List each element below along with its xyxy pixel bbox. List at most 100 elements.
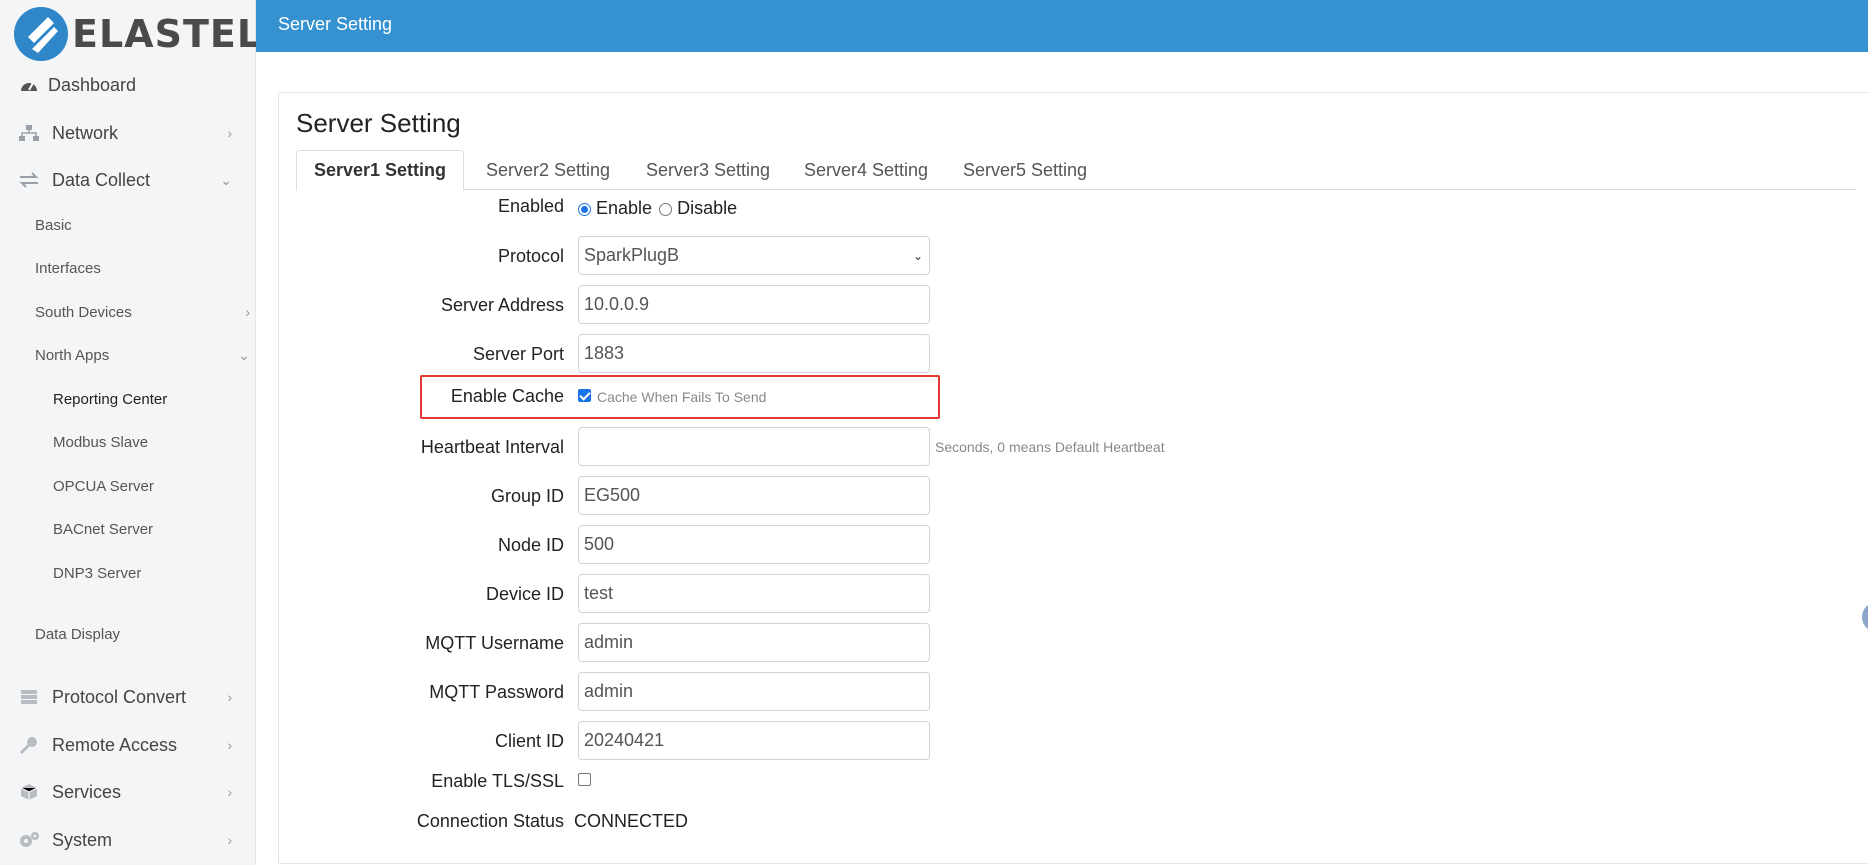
client-id-label: Client ID — [494, 731, 564, 751]
server-port-input[interactable]: 1883 — [578, 334, 930, 373]
form-row-device-id: Device ID test — [296, 574, 1596, 614]
sidebar-item-label: DNP3 Server — [53, 564, 142, 582]
sidebar-item-north-apps[interactable]: North Apps ⌄ — [0, 340, 256, 370]
form-row-server-port: Server Port 1883 — [296, 334, 1596, 374]
sidebar-item-label: Interfaces — [35, 259, 101, 277]
group-id-label: Group ID — [490, 486, 564, 506]
form-row-mqtt-password: MQTT Password admin — [296, 672, 1596, 712]
gears-icon — [18, 830, 40, 850]
sidebar-item-label: Data Collect — [52, 169, 151, 190]
network-icon — [18, 123, 40, 143]
disable-radio[interactable] — [659, 202, 673, 216]
disable-radio-label: Disable — [677, 198, 738, 218]
chevron-right-icon: › — [227, 737, 232, 753]
chevron-down-icon: ⌄ — [238, 346, 250, 363]
top-bar-title: Server Setting — [278, 14, 393, 34]
tab-server5-setting[interactable]: Server5 Setting — [943, 150, 1107, 190]
database-icon — [18, 687, 40, 707]
group-id-input[interactable]: EG500 — [578, 476, 930, 515]
tab-server1-setting[interactable]: Server1 Setting — [296, 150, 464, 191]
enabled-radio-group: Enable Disable — [578, 198, 737, 219]
heartbeat-input[interactable] — [578, 427, 930, 466]
sidebar-item-label: Remote Access — [52, 734, 178, 755]
server-port-label: Server Port — [472, 344, 564, 364]
mqtt-username-label: MQTT Username — [425, 633, 564, 653]
tls-label: Enable TLS/SSL — [431, 771, 564, 791]
brand-name: ELASTEL — [72, 12, 263, 56]
tab-server4-setting[interactable]: Server4 Setting — [786, 150, 946, 190]
sidebar-item-opcua-server[interactable]: OPCUA Server — [0, 471, 256, 501]
sidebar-item-data-collect[interactable]: Data Collect ⌄ — [0, 163, 256, 197]
form-row-protocol: Protocol SparkPlugB ⌄ — [296, 236, 1596, 276]
sidebar-item-label: System — [52, 829, 113, 850]
sidebar-item-label: Dashboard — [48, 74, 137, 95]
tab-server3-setting[interactable]: Server3 Setting — [628, 150, 788, 190]
mqtt-username-input[interactable]: admin — [578, 623, 930, 662]
form-row-node-id: Node ID 500 — [296, 525, 1596, 565]
sidebar-item-dnp3-server[interactable]: DNP3 Server — [0, 558, 256, 588]
chevron-down-icon: ⌄ — [912, 248, 923, 263]
heartbeat-label: Heartbeat Interval — [420, 437, 564, 457]
key-icon — [18, 735, 40, 755]
sidebar-item-label: Protocol Convert — [52, 686, 187, 707]
top-bar: Server Setting — [256, 0, 1868, 52]
sidebar-item-protocol-convert[interactable]: Protocol Convert › — [0, 680, 256, 714]
protocol-label: Protocol — [497, 246, 564, 266]
arrows-icon — [18, 170, 40, 190]
sidebar-item-label: OPCUA Server — [53, 477, 154, 495]
gauge-icon — [18, 75, 40, 95]
brand-logo[interactable]: ELASTEL — [14, 6, 262, 62]
form-row-server-address: Server Address 10.0.0.9 — [296, 285, 1596, 325]
sidebar-item-dashboard[interactable]: Dashboard — [0, 68, 256, 102]
enabled-label: Enabled — [497, 196, 564, 216]
form-row-client-id: Client ID 20240421 — [296, 721, 1596, 761]
tab-bar: Server1 Setting Server2 Setting Server3 … — [296, 150, 1856, 191]
server-address-input[interactable]: 10.0.0.9 — [578, 285, 930, 324]
sidebar: ELASTEL Dashboard Network › Data Collect… — [0, 0, 261, 865]
enable-radio-label: Enable — [596, 198, 653, 218]
device-id-input[interactable]: test — [578, 574, 930, 613]
form-row-enabled: Enabled Enable Disable — [296, 196, 1596, 224]
sidebar-item-reporting-center[interactable]: Reporting Center — [0, 384, 256, 414]
sidebar-item-network[interactable]: Network › — [0, 116, 256, 150]
sidebar-item-label: South Devices — [35, 303, 132, 321]
connection-status-label: Connection Status — [416, 811, 564, 831]
sidebar-item-bacnet-server[interactable]: BACnet Server — [0, 514, 256, 544]
page-title: Server Setting — [296, 108, 461, 138]
sidebar-item-basic[interactable]: Basic — [0, 210, 256, 240]
sidebar-item-label: North Apps — [35, 346, 110, 364]
chevron-right-icon: › — [227, 832, 232, 848]
tls-checkbox[interactable] — [578, 773, 591, 786]
sidebar-item-system[interactable]: System › — [0, 823, 256, 857]
heartbeat-hint: Seconds, 0 means Default Heartbeat — [935, 439, 1165, 455]
client-id-input[interactable]: 20240421 — [578, 721, 930, 760]
cube-icon — [18, 782, 40, 802]
device-id-label: Device ID — [485, 584, 564, 604]
enable-radio[interactable] — [578, 202, 591, 216]
sidebar-item-label: Network — [52, 122, 119, 143]
form-row-mqtt-username: MQTT Username admin — [296, 623, 1596, 663]
sidebar-item-south-devices[interactable]: South Devices › — [0, 297, 256, 327]
form-row-tls: Enable TLS/SSL — [296, 771, 1596, 799]
chevron-right-icon: › — [245, 304, 250, 320]
mqtt-password-input[interactable]: admin — [578, 672, 930, 711]
sidebar-item-data-display[interactable]: Data Display — [0, 619, 256, 649]
protocol-select-value: SparkPlugB — [584, 245, 680, 265]
connection-status-value: CONNECTED — [574, 811, 689, 831]
sidebar-item-label: Basic — [35, 216, 72, 234]
sidebar-item-label: BACnet Server — [53, 520, 154, 538]
sidebar-item-modbus-slave[interactable]: Modbus Slave — [0, 427, 256, 457]
sidebar-item-label: Services — [52, 781, 122, 802]
chevron-right-icon: › — [227, 784, 232, 800]
node-id-input[interactable]: 500 — [578, 525, 930, 564]
tab-server2-setting[interactable]: Server2 Setting — [468, 150, 628, 190]
sidebar-item-remote-access[interactable]: Remote Access › — [0, 728, 256, 762]
sidebar-item-interfaces[interactable]: Interfaces — [0, 253, 256, 283]
sidebar-item-services[interactable]: Services › — [0, 775, 256, 809]
server-address-label: Server Address — [440, 295, 564, 315]
sidebar-item-label: Modbus Slave — [53, 433, 149, 451]
sidebar-item-label: Reporting Center — [53, 390, 168, 408]
form-row-group-id: Group ID EG500 — [296, 476, 1596, 516]
protocol-select[interactable]: SparkPlugB ⌄ — [578, 236, 930, 275]
highlight-box — [420, 375, 940, 419]
